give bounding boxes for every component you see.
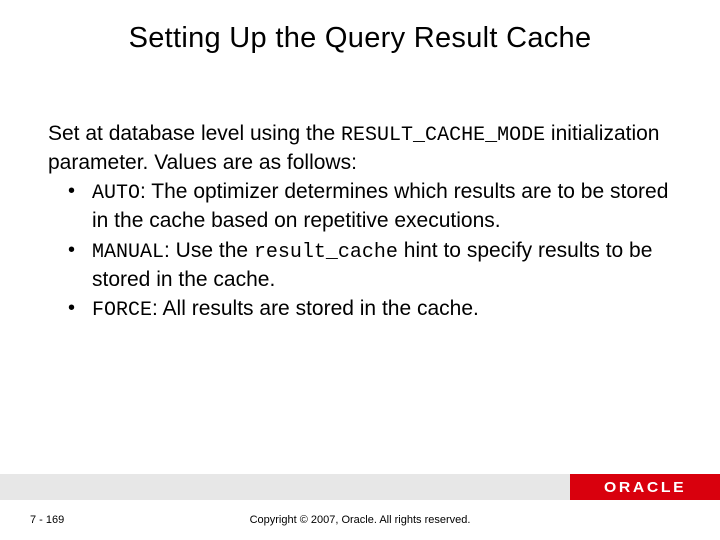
bullet-code: FORCE [92, 299, 152, 322]
bullet-text-pre: : Use the [164, 239, 254, 262]
bullet-code: AUTO [92, 182, 140, 205]
copyright-text: Copyright © 2007, Oracle. All rights res… [0, 514, 720, 526]
slide-body: Set at database level using the RESULT_C… [48, 120, 672, 326]
intro-pre: Set at database level using the [48, 122, 341, 145]
bullet-list: AUTO: The optimizer determines which res… [48, 178, 672, 324]
bullet-text: : The optimizer determines which results… [92, 180, 668, 232]
bullet-item: MANUAL: Use the result_cache hint to spe… [68, 237, 672, 293]
intro-paragraph: Set at database level using the RESULT_C… [48, 120, 672, 176]
oracle-logo: ORACLE [604, 479, 686, 496]
bullet-code: MANUAL [92, 241, 164, 264]
footer-bar: ORACLE [0, 474, 720, 500]
slide: Setting Up the Query Result Cache Set at… [0, 0, 720, 540]
bullet-item: AUTO: The optimizer determines which res… [68, 178, 672, 234]
logo-background: ORACLE [570, 474, 720, 500]
slide-title: Setting Up the Query Result Cache [0, 22, 720, 55]
bullet-item: FORCE: All results are stored in the cac… [68, 295, 672, 324]
bullet-text-code: result_cache [254, 241, 398, 264]
bullet-text: : All results are stored in the cache. [152, 297, 479, 320]
intro-code: RESULT_CACHE_MODE [341, 124, 545, 147]
